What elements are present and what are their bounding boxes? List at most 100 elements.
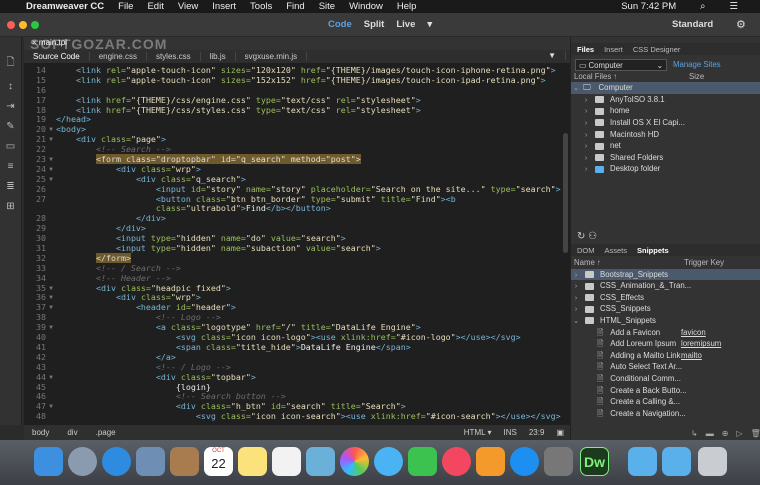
highlight-icon[interactable]: ✎ [6, 121, 14, 132]
mail-icon[interactable] [136, 447, 165, 476]
fold-toggle-icon[interactable]: ▼ [46, 175, 56, 185]
document-tab-main[interactable]: × main.tpl [32, 38, 67, 47]
filter-icon[interactable]: ▼ [539, 51, 566, 60]
tree-item[interactable]: ›net [571, 140, 760, 152]
notes-icon[interactable] [238, 447, 267, 476]
file-icon[interactable]: 🗋 [6, 55, 14, 72]
refresh-icon[interactable]: ↻ [577, 231, 585, 242]
fold-toggle-icon[interactable]: ▼ [46, 135, 56, 145]
code-line[interactable]: 19</head> [24, 115, 570, 125]
snippet-item[interactable]: 🗎Add Loreum Ipsumloremipsum [571, 338, 760, 350]
snippet-item[interactable]: 🗎Create a Back Butto... [571, 385, 760, 397]
manage-sites-link[interactable]: Manage Sites [673, 59, 721, 71]
applications-folder-icon[interactable] [628, 447, 657, 476]
preview-icon[interactable]: ▣ [556, 428, 564, 437]
snippet-item[interactable]: 🗎Adding a Mailto Linkmailto [571, 350, 760, 362]
menu-insert[interactable]: Insert [212, 1, 236, 12]
tab-svgxuse-js[interactable]: svgxuse.min.js [236, 52, 307, 61]
tree-item[interactable]: ›Shared Folders [571, 152, 760, 164]
chevron-right-icon[interactable]: › [581, 164, 591, 176]
fold-toggle-icon[interactable]: ▼ [46, 323, 56, 333]
language-select[interactable]: HTML ▾ [464, 428, 492, 437]
code-line[interactable]: 18 <link href="{THEME}/css/styles.css" t… [24, 106, 570, 116]
notification-center-icon[interactable]: ☰ [729, 1, 738, 12]
code-editor[interactable]: 14 <link rel="apple-touch-icon" sizes="1… [24, 63, 570, 425]
live-view-button[interactable]: Live [396, 19, 415, 30]
tree-item[interactable]: ›Desktop folder [571, 163, 760, 175]
snippet-folder[interactable]: ›Bootstrap_Snippets [571, 269, 760, 281]
fold-toggle-icon[interactable]: ▼ [46, 284, 56, 294]
expand-icon[interactable]: ↕ [8, 81, 13, 92]
snippet-item[interactable]: 🗎Create a Navigation... [571, 408, 760, 420]
spotlight-icon[interactable]: ⌕ [700, 1, 705, 12]
code-line[interactable]: 48 <svg class="icon icon-search"><use xl… [24, 412, 570, 422]
tab-dom[interactable]: DOM [577, 246, 595, 255]
tab-snippets[interactable]: Snippets [637, 246, 669, 255]
editor-scrollbar[interactable] [563, 133, 568, 253]
snippet-item[interactable]: 🗎Conditional Comm... [571, 373, 760, 385]
calendar-icon[interactable]: OCT22 [204, 447, 233, 476]
menu-file[interactable]: File [118, 1, 133, 12]
itunes-icon[interactable] [442, 447, 471, 476]
insert-icon[interactable]: ↳ [691, 429, 698, 438]
launchpad-icon[interactable] [68, 447, 97, 476]
outdent-icon[interactable]: ≣ [6, 181, 14, 192]
format-icon[interactable]: ⊞ [6, 201, 14, 212]
system-preferences-icon[interactable] [544, 447, 573, 476]
menu-find[interactable]: Find [286, 1, 304, 12]
fold-toggle-icon[interactable]: ▼ [46, 293, 56, 303]
fold-toggle-icon[interactable]: ▼ [46, 165, 56, 175]
code-view-button[interactable]: Code [328, 19, 352, 30]
wrap-icon[interactable]: ⇥ [6, 101, 14, 112]
dreamweaver-icon[interactable]: Dw [580, 447, 609, 476]
tab-lib-js[interactable]: lib.js [201, 52, 236, 61]
menu-view[interactable]: View [178, 1, 198, 12]
tree-item[interactable]: ›Install OS X El Capi... [571, 117, 760, 129]
tab-styles-css[interactable]: styles.css [147, 52, 201, 61]
ibooks-icon[interactable] [476, 447, 505, 476]
tree-item[interactable]: ›home [571, 105, 760, 117]
finder-icon[interactable] [34, 447, 63, 476]
snippet-folder[interactable]: ›CSS_Effects [571, 292, 760, 304]
fold-toggle-icon[interactable]: ▼ [46, 155, 56, 165]
tree-item[interactable]: ›AnyToISO 3.8.1 [571, 94, 760, 106]
trash-dock-icon[interactable] [698, 447, 727, 476]
menu-edit[interactable]: Edit [147, 1, 163, 12]
new-snippet-icon[interactable]: ⊕ [722, 429, 729, 438]
tree-item-computer[interactable]: ⌄🖵Computer [571, 82, 760, 94]
indent-icon[interactable]: ≡ [8, 161, 14, 172]
new-folder-icon[interactable]: ▬ [706, 429, 714, 438]
photos-icon[interactable] [340, 447, 369, 476]
comment-icon[interactable]: ▭ [6, 141, 15, 152]
zoom-window-button[interactable] [31, 21, 39, 29]
messages-icon[interactable] [374, 447, 403, 476]
menu-site[interactable]: Site [319, 1, 335, 12]
clock[interactable]: Sun 7:42 PM [621, 1, 676, 12]
edit-icon[interactable]: ▷ [736, 429, 742, 438]
fold-toggle-icon[interactable]: ▼ [46, 125, 56, 135]
safari-icon[interactable] [102, 447, 131, 476]
menu-tools[interactable]: Tools [250, 1, 272, 12]
tag-selector-div[interactable]: div [67, 428, 77, 437]
workspace-switcher[interactable]: Standard [672, 19, 713, 30]
col-trigger-key[interactable]: Trigger Key [684, 257, 724, 269]
code-line[interactable]: 15 <link rel="apple-touch-icon" sizes="1… [24, 76, 570, 86]
chevron-down-icon[interactable]: ▾ [427, 19, 432, 30]
contacts-icon[interactable] [170, 447, 199, 476]
fold-toggle-icon[interactable]: ▼ [46, 303, 56, 313]
trash-icon[interactable]: 🗑 [751, 429, 760, 438]
col-local-files[interactable]: Local Files ↑ [574, 72, 617, 81]
tag-selector-page[interactable]: .page [96, 428, 116, 437]
reminders-icon[interactable] [272, 447, 301, 476]
snippet-item[interactable]: 🗎Auto Select Text Ar... [571, 361, 760, 373]
close-window-button[interactable] [7, 21, 15, 29]
site-select[interactable]: ▭ Computer ⌄ [575, 59, 667, 71]
app-store-icon[interactable] [510, 447, 539, 476]
split-view-button[interactable]: Split [364, 19, 385, 30]
fold-toggle-icon[interactable]: ▼ [46, 373, 56, 383]
snippet-folder[interactable]: ›CSS_Snippets [571, 303, 760, 315]
tab-source-code[interactable]: Source Code [24, 52, 90, 61]
snippet-folder[interactable]: ›CSS_Animation_&_Tran... [571, 280, 760, 292]
menu-app-name[interactable]: Dreamweaver CC [26, 1, 104, 12]
fold-toggle-icon[interactable]: ▼ [46, 402, 56, 412]
